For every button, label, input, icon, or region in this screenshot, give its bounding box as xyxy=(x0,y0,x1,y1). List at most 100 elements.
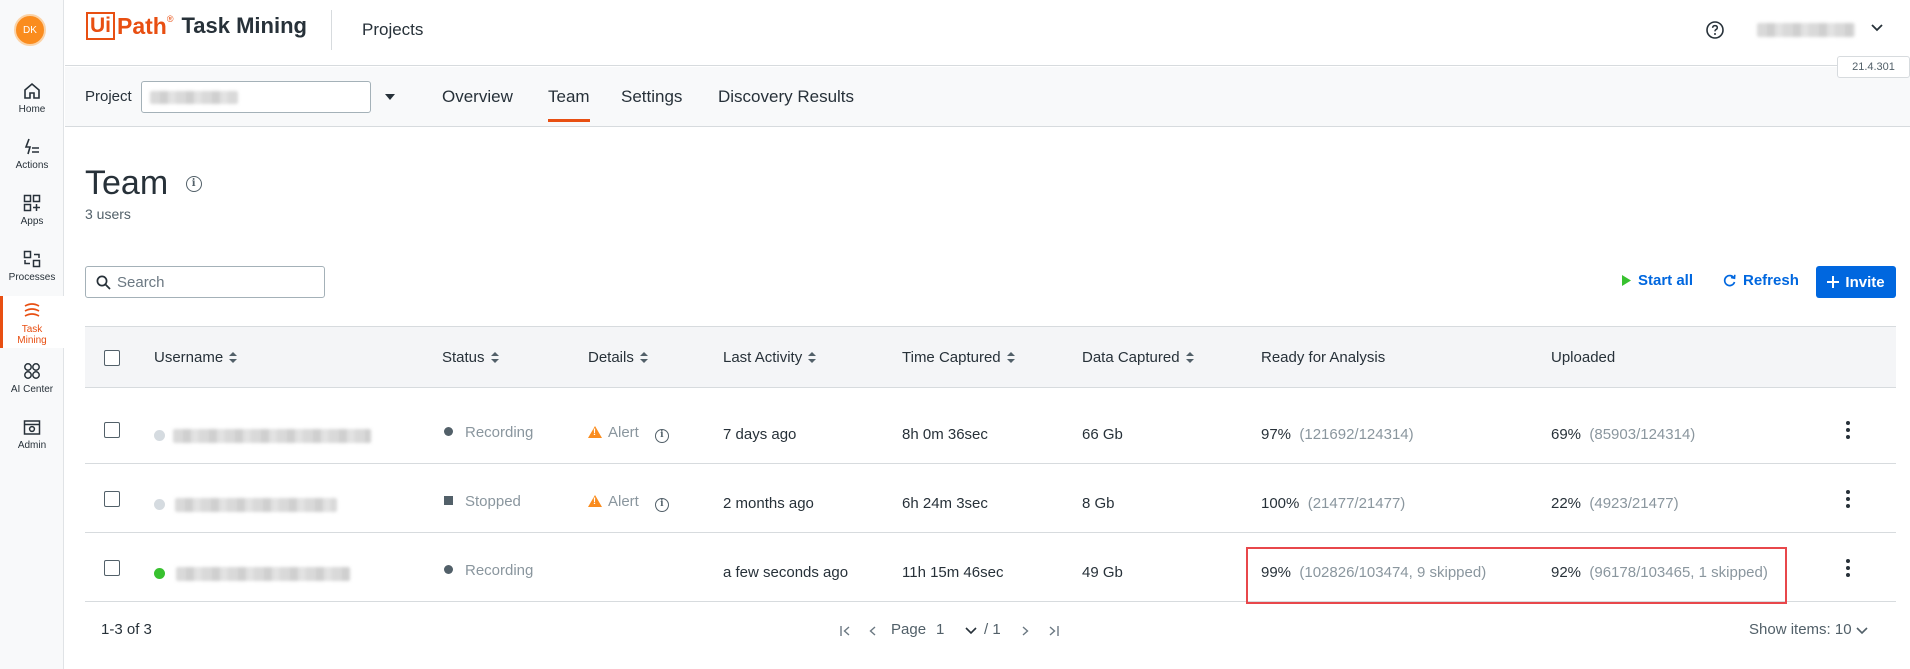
sort-icon xyxy=(639,351,648,364)
chevron-down-icon[interactable] xyxy=(1871,24,1883,32)
task-mining-icon xyxy=(24,303,40,317)
plus-icon xyxy=(1827,276,1840,288)
column-uploaded: Uploaded xyxy=(1551,349,1615,366)
column-username[interactable]: Username xyxy=(154,349,238,366)
start-all-button[interactable]: Start all xyxy=(1622,272,1693,289)
info-icon[interactable]: i xyxy=(654,429,669,443)
uploaded-detail: (96178/103465, 1 skipped) xyxy=(1589,564,1768,581)
time-captured: 11h 15m 46sec xyxy=(902,564,1004,581)
sort-icon xyxy=(229,351,238,364)
rail-item-task-mining[interactable]: Task Mining xyxy=(0,296,64,348)
rail-item-processes[interactable]: Processes xyxy=(0,250,64,290)
page-label: Page xyxy=(891,621,927,638)
sort-icon xyxy=(1006,351,1015,364)
column-details[interactable]: Details xyxy=(588,349,648,366)
search-input[interactable] xyxy=(117,272,317,292)
invite-button[interactable]: Invite xyxy=(1816,266,1896,298)
status-text: Recording xyxy=(465,562,534,579)
search-field[interactable] xyxy=(85,266,325,298)
help-icon[interactable] xyxy=(1705,20,1725,40)
uipath-logo[interactable]: Ui Path ® Task Mining xyxy=(86,10,307,42)
rail-item-label-2: Mining xyxy=(17,335,47,346)
refresh-icon xyxy=(1723,274,1736,287)
project-select[interactable] xyxy=(141,81,395,113)
column-label: Status xyxy=(442,349,485,366)
info-icon[interactable]: i xyxy=(185,176,202,192)
version-badge: 21.4.301 xyxy=(1837,56,1910,78)
recording-icon xyxy=(444,427,453,436)
table-row[interactable]: Recording a few seconds ago 11h 15m 46se… xyxy=(85,533,1896,602)
logo-registered: ® xyxy=(166,14,174,24)
show-items-select[interactable]: Show items: 10 xyxy=(1749,621,1852,638)
first-page-icon[interactable] xyxy=(840,626,851,636)
tab-overview[interactable]: Overview xyxy=(442,87,513,107)
project-name-redacted xyxy=(150,91,238,104)
rail-item-ai-center[interactable]: AI Center xyxy=(0,362,64,402)
table-header: Username Status Details Last Activity Ti… xyxy=(85,326,1896,388)
row-menu-icon[interactable] xyxy=(1846,559,1850,580)
alert-icon xyxy=(588,495,602,507)
table-footer: 1-3 of 3 Page 1 / 1 Show items: 10 xyxy=(85,616,1896,646)
account-name-redacted[interactable] xyxy=(1757,23,1855,37)
uploaded-detail: (85903/124314) xyxy=(1589,426,1696,443)
column-last-activity[interactable]: Last Activity xyxy=(723,349,817,366)
tab-team[interactable]: Team xyxy=(548,87,590,122)
table-row[interactable]: Stopped Alerti 2 months ago 6h 24m 3sec … xyxy=(85,464,1896,533)
row-checkbox[interactable] xyxy=(104,491,120,507)
prev-page-icon[interactable] xyxy=(869,626,876,636)
uploaded: 22% (4923/21477) xyxy=(1551,495,1679,512)
column-label: Details xyxy=(588,349,634,366)
ready-for-analysis: 100% (21477/21477) xyxy=(1261,495,1405,512)
rail-item-label: Admin xyxy=(17,440,47,451)
tab-discovery-results[interactable]: Discovery Results xyxy=(718,87,854,107)
select-all-checkbox[interactable] xyxy=(104,350,120,366)
info-icon[interactable]: i xyxy=(654,498,669,512)
row-checkbox[interactable] xyxy=(104,422,120,438)
column-label: Ready for Analysis xyxy=(1261,349,1386,366)
play-icon xyxy=(1622,275,1631,286)
page-total: / 1 xyxy=(984,621,1001,638)
status-text: Stopped xyxy=(465,493,521,510)
breadcrumb-projects[interactable]: Projects xyxy=(362,20,423,40)
rail-item-label: Task xyxy=(21,324,43,335)
product-name: Task Mining xyxy=(181,13,307,38)
logo-ui: Ui xyxy=(86,12,115,40)
last-page-icon[interactable] xyxy=(1048,626,1059,636)
table-row[interactable]: Recording Alerti 7 days ago 8h 0m 36sec … xyxy=(85,395,1896,464)
row-menu-icon[interactable] xyxy=(1846,421,1850,442)
next-page-icon[interactable] xyxy=(1022,626,1029,636)
uploaded-pct: 22% xyxy=(1551,495,1582,512)
project-bar: Project Overview Team Settings Discovery… xyxy=(65,67,1910,127)
rail-item-apps[interactable]: Apps xyxy=(0,194,64,234)
chevron-down-icon[interactable] xyxy=(1856,627,1868,635)
apps-icon xyxy=(23,194,41,212)
refresh-button[interactable]: Refresh xyxy=(1723,272,1799,289)
refresh-label: Refresh xyxy=(1743,272,1799,289)
stopped-icon xyxy=(444,496,453,505)
home-icon xyxy=(24,82,40,99)
uploaded-detail: (4923/21477) xyxy=(1589,495,1679,512)
data-captured: 66 Gb xyxy=(1082,426,1123,443)
logo-path: Path xyxy=(117,12,167,39)
username-redacted xyxy=(176,567,350,581)
status-cell: Stopped xyxy=(444,493,521,510)
rail-item-actions[interactable]: Actions xyxy=(0,138,64,178)
rail-item-label: AI Center xyxy=(10,384,54,395)
avatar[interactable]: DK xyxy=(14,14,46,46)
chevron-down-icon[interactable] xyxy=(965,627,977,635)
rail-item-admin[interactable]: Admin xyxy=(0,418,64,458)
status-text: Recording xyxy=(465,424,534,441)
ready-pct: 100% xyxy=(1261,495,1300,512)
details-cell: Alert i xyxy=(588,424,669,443)
row-checkbox[interactable] xyxy=(104,560,120,576)
rail-item-home[interactable]: Home xyxy=(0,82,64,122)
column-ready-for-analysis: Ready for Analysis xyxy=(1261,349,1385,366)
row-menu-icon[interactable] xyxy=(1846,490,1850,511)
page-number-input[interactable]: 1 xyxy=(936,621,944,638)
column-status[interactable]: Status xyxy=(442,349,499,366)
column-time-captured[interactable]: Time Captured xyxy=(902,349,1015,366)
last-activity: a few seconds ago xyxy=(723,564,849,581)
tab-settings[interactable]: Settings xyxy=(621,87,682,107)
column-data-captured[interactable]: Data Captured xyxy=(1082,349,1194,366)
time-captured: 6h 24m 3sec xyxy=(902,495,988,512)
